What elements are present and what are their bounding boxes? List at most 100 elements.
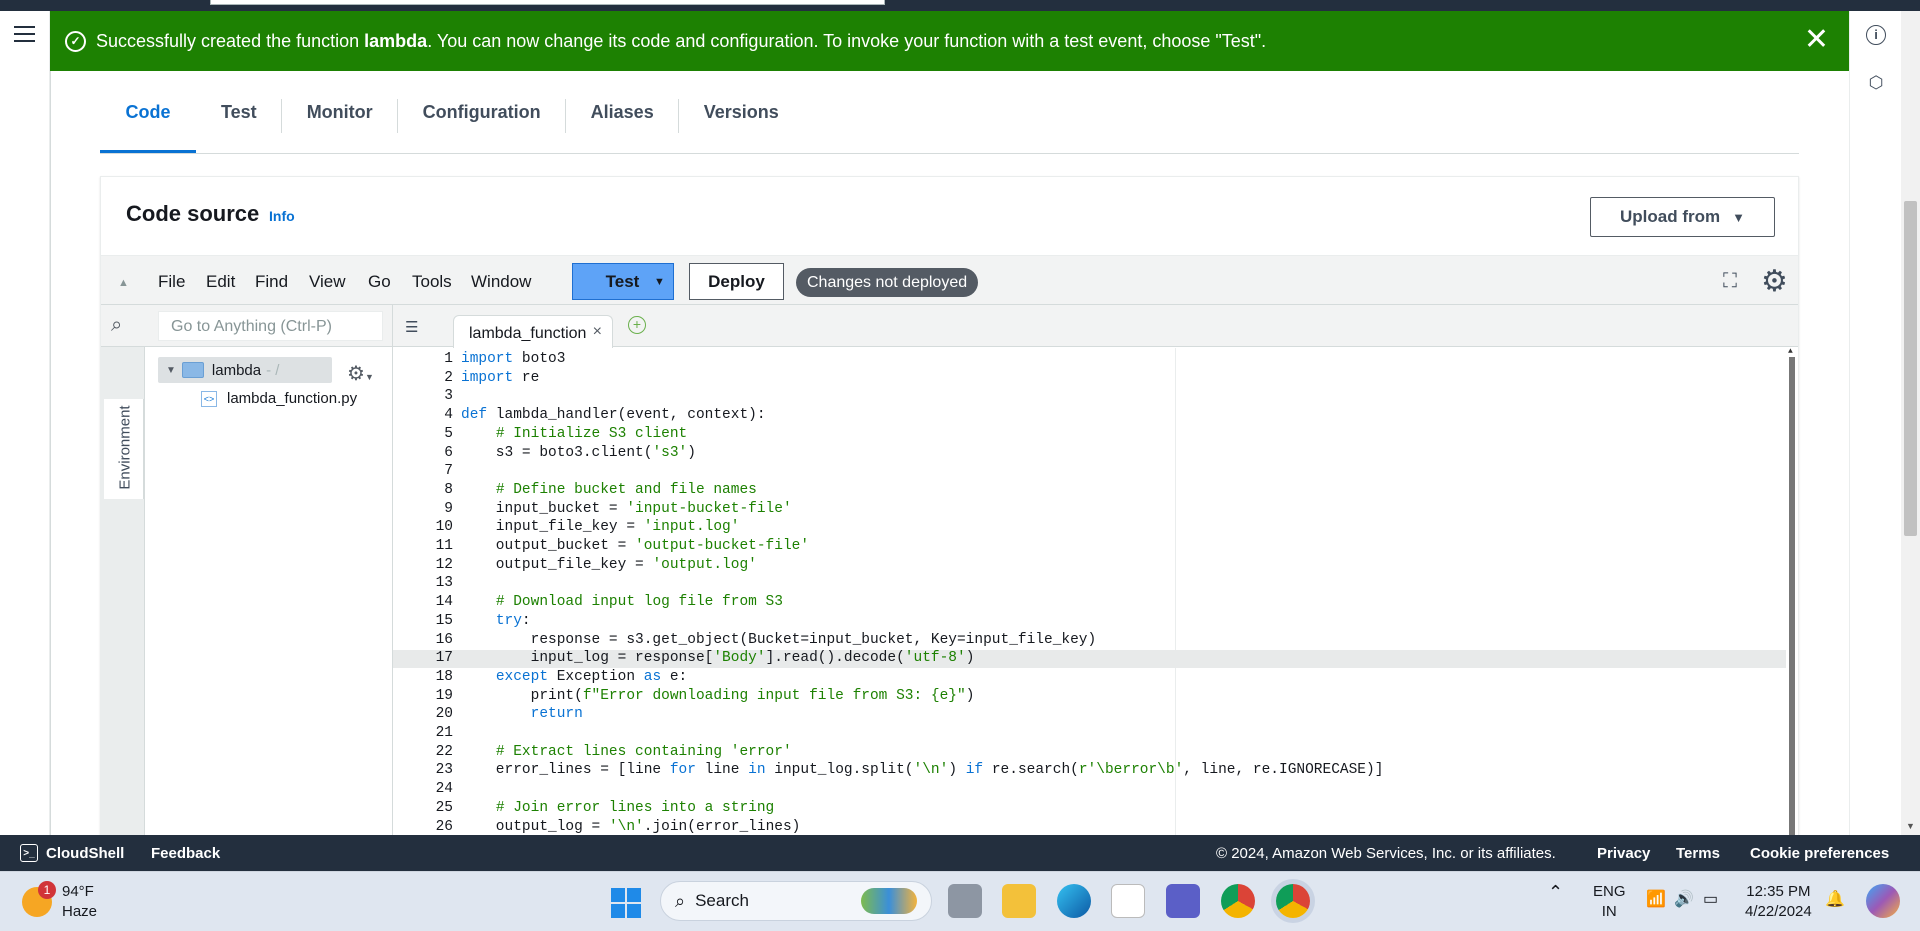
taskbar-search[interactable]: ⌕ Search xyxy=(660,881,932,921)
tree-file-lambda-function[interactable]: <> lambda_function.py xyxy=(201,390,357,407)
terminal-icon: >_ xyxy=(20,844,38,862)
tab-configuration[interactable]: Configuration xyxy=(398,72,566,153)
code-line[interactable]: # Download input log file from S3 xyxy=(461,594,783,610)
menu-file[interactable]: File xyxy=(158,272,185,292)
page-scrollbar[interactable]: ▼ xyxy=(1901,11,1920,835)
close-icon[interactable]: ✕ xyxy=(1804,25,1829,55)
code-line[interactable]: output_log = '\n'.join(error_lines) xyxy=(461,819,801,835)
cookie-preferences-link[interactable]: Cookie preferences xyxy=(1750,845,1889,862)
code-line[interactable]: # Initialize S3 client xyxy=(461,426,687,442)
code-line[interactable]: input_bucket = 'input-bucket-file' xyxy=(461,501,792,517)
task-view-icon[interactable] xyxy=(948,884,982,918)
code-line[interactable]: # Join error lines into a string xyxy=(461,800,774,816)
copilot-icon[interactable] xyxy=(1866,884,1900,918)
help-panel-icon[interactable]: ⬡ xyxy=(1864,71,1888,95)
menu-icon[interactable] xyxy=(14,26,35,44)
code-source-panel: Code source Info Upload from ▼ ▲ File Edi… xyxy=(100,176,1799,836)
code-line[interactable]: error_lines = [line for line in input_lo… xyxy=(461,762,1384,778)
settings-gear-icon[interactable]: ⚙ xyxy=(1761,264,1788,299)
line-number: 18 xyxy=(435,668,453,685)
fullscreen-icon[interactable]: ⛶ xyxy=(1723,270,1737,293)
terms-link[interactable]: Terms xyxy=(1676,845,1720,862)
tab-versions[interactable]: Versions xyxy=(679,72,804,153)
line-number: 22 xyxy=(435,743,453,760)
code-line[interactable]: output_file_key = 'output.log' xyxy=(461,557,757,573)
menu-tools[interactable]: Tools xyxy=(412,272,452,292)
left-nav-rail xyxy=(0,11,50,835)
menu-window[interactable]: Window xyxy=(471,272,531,292)
tab-test[interactable]: Test xyxy=(196,72,282,153)
code-line[interactable]: # Extract lines containing 'error' xyxy=(461,744,792,760)
notification-bell-icon[interactable]: 🔔 xyxy=(1825,890,1845,910)
windows-start-icon[interactable] xyxy=(611,888,641,918)
code-line[interactable]: def lambda_handler(event, context): xyxy=(461,407,766,423)
code-line[interactable]: response = s3.get_object(Bucket=input_bu… xyxy=(461,632,1097,648)
line-number: 15 xyxy=(435,612,453,629)
chrome-profile-icon[interactable] xyxy=(1276,884,1310,918)
search-icon[interactable]: ⌕ xyxy=(111,314,122,337)
code-line[interactable]: output_bucket = 'output-bucket-file' xyxy=(461,538,809,554)
code-line[interactable]: try: xyxy=(461,613,531,629)
line-number: 21 xyxy=(435,725,453,741)
code-editor: ☰ lambda_function × + ▲ 1 import boto3 2 imp… xyxy=(393,305,1798,836)
code-line[interactable]: s3 = boto3.client('s3') xyxy=(461,445,696,461)
tab-aliases[interactable]: Aliases xyxy=(566,72,679,153)
code-line[interactable]: input_log = response['Body'].read().deco… xyxy=(461,650,975,666)
wifi-icon[interactable]: 📶 xyxy=(1646,890,1666,910)
file-navigator: ⌕ Go to Anything (Ctrl-P) Environment ▼ … xyxy=(101,305,393,836)
line-number: 10 xyxy=(435,519,453,536)
code-area[interactable]: ▲ 1 import boto3 2 import re 3 4 def lambda_ha… xyxy=(393,348,1798,836)
battery-icon[interactable]: ▭ xyxy=(1703,890,1718,910)
clock[interactable]: 12:35 PM 4/22/2024 xyxy=(1745,882,1812,922)
test-dropdown-button[interactable]: ▼ xyxy=(646,263,674,300)
tab-monitor[interactable]: Monitor xyxy=(282,72,398,153)
goto-anything-input[interactable]: Go to Anything (Ctrl-P) xyxy=(158,311,383,341)
language-indicator[interactable]: ENG IN xyxy=(1593,882,1626,922)
volume-icon[interactable]: 🔊 xyxy=(1674,890,1694,910)
privacy-link[interactable]: Privacy xyxy=(1597,845,1650,862)
browser-address-bar[interactable] xyxy=(210,0,885,5)
tab-list-icon[interactable]: ☰ xyxy=(405,318,418,336)
teams-icon[interactable] xyxy=(1166,884,1200,918)
menu-find[interactable]: Find xyxy=(255,272,288,292)
expand-triangle-icon[interactable]: ▼ xyxy=(166,365,176,376)
chrome-icon[interactable] xyxy=(1221,884,1255,918)
line-number: 23 xyxy=(435,762,453,779)
edge-icon[interactable] xyxy=(1057,884,1091,918)
code-line[interactable]: # Define bucket and file names xyxy=(461,482,757,498)
new-tab-plus-icon[interactable]: + xyxy=(628,316,646,334)
deploy-button[interactable]: Deploy xyxy=(689,263,784,300)
line-number: 19 xyxy=(435,687,453,704)
close-tab-icon[interactable]: × xyxy=(593,323,602,341)
menu-view[interactable]: View xyxy=(309,272,346,292)
file-explorer-icon[interactable] xyxy=(1002,884,1036,918)
environment-tab[interactable]: Environment xyxy=(104,399,144,499)
code-line[interactable]: return xyxy=(461,706,583,722)
flash-message: Successfully created the function lambda… xyxy=(96,30,1267,51)
editor-tab-lambda-function[interactable]: lambda_function × xyxy=(453,315,613,348)
info-link[interactable]: Info xyxy=(269,208,295,224)
menu-edit[interactable]: Edit xyxy=(206,272,235,292)
code-line[interactable]: except Exception as e: xyxy=(461,669,687,685)
upload-from-button[interactable]: Upload from ▼ xyxy=(1590,197,1775,237)
code-line[interactable]: print(f"Error downloading input file fro… xyxy=(461,688,975,704)
tree-folder-lambda[interactable]: ▼ lambda - / xyxy=(158,357,332,383)
tree-settings-gear-icon[interactable]: ⚙▼ xyxy=(347,361,374,386)
menu-go[interactable]: Go xyxy=(368,272,391,292)
code-line[interactable]: input_file_key = 'input.log' xyxy=(461,519,740,535)
windows-taskbar: 1 94°F Haze ⌕ Search ⌃ ENG IN 📶 🔊 ▭ 12:35 P… xyxy=(0,871,1920,931)
tab-code[interactable]: Code xyxy=(100,72,196,153)
collapse-icon[interactable]: ▲ xyxy=(118,277,129,289)
cloudshell-button[interactable]: >_ CloudShell xyxy=(20,844,124,862)
chevron-up-icon[interactable]: ⌃ xyxy=(1548,882,1563,902)
info-icon[interactable]: i xyxy=(1866,25,1886,45)
store-icon[interactable] xyxy=(1111,884,1145,918)
code-line[interactable]: import boto3 xyxy=(461,351,565,367)
browser-top-strip xyxy=(0,0,1920,11)
folder-icon xyxy=(181,362,204,378)
editor-scrollbar[interactable]: ▲ xyxy=(1786,348,1798,836)
weather-condition: Haze xyxy=(62,903,98,920)
code-line[interactable]: import re xyxy=(461,370,539,386)
feedback-link[interactable]: Feedback xyxy=(151,845,220,862)
weather-widget[interactable]: 1 94°F Haze xyxy=(22,881,98,922)
